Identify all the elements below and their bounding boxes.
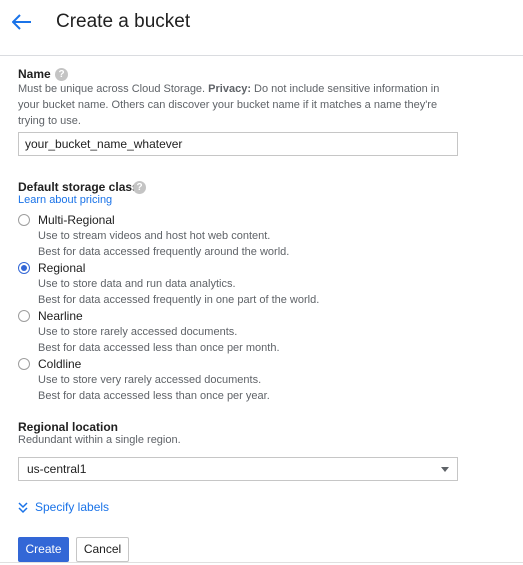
option-description: Best for data accessed less than once pe… [38, 390, 270, 402]
radio-button-selected[interactable] [18, 262, 30, 274]
option-label: Regional [38, 261, 86, 275]
dropdown-caret-icon [441, 467, 449, 472]
page-title: Create a bucket [56, 11, 191, 32]
specify-labels-label: Specify labels [35, 500, 110, 514]
footer-divider [0, 562, 523, 563]
name-label: Name [18, 67, 51, 81]
location-selected-value: us-central1 [27, 462, 87, 476]
name-description: Must be unique across Cloud Storage. Pri… [18, 81, 458, 129]
radio-button[interactable] [18, 310, 30, 322]
learn-pricing-link[interactable]: Learn about pricing [18, 194, 112, 206]
arrow-back-icon [12, 14, 31, 30]
name-help-icon[interactable]: ? [55, 68, 68, 81]
radio-button[interactable] [18, 214, 30, 226]
name-description-prefix: Must be unique across Cloud Storage. [18, 83, 209, 95]
option-description: Best for data accessed frequently around… [38, 246, 290, 258]
option-description: Use to stream videos and host hot web co… [38, 230, 271, 242]
create-button[interactable]: Create [18, 537, 69, 562]
option-description: Use to store rarely accessed documents. [38, 326, 238, 338]
option-label: Coldline [38, 357, 82, 371]
option-description: Best for data accessed frequently in one… [38, 294, 320, 306]
location-description: Redundant within a single region. [18, 434, 181, 446]
location-select[interactable]: us-central1 [18, 457, 458, 481]
privacy-label: Privacy: [208, 83, 251, 95]
back-button[interactable] [8, 8, 36, 36]
option-label: Nearline [38, 309, 83, 323]
option-description: Use to store data and run data analytics… [38, 278, 236, 290]
page-header: Create a bucket [0, 0, 523, 56]
cancel-button[interactable]: Cancel [76, 537, 129, 562]
option-description: Use to store very rarely accessed docume… [38, 374, 262, 386]
radio-button[interactable] [18, 358, 30, 370]
option-label: Multi-Regional [38, 213, 115, 227]
option-description: Best for data accessed less than once pe… [38, 342, 280, 354]
storage-class-help-icon[interactable]: ? [133, 181, 146, 194]
double-chevron-down-icon [18, 502, 28, 514]
bucket-name-input[interactable] [18, 132, 458, 156]
storage-class-label: Default storage class [18, 180, 139, 194]
